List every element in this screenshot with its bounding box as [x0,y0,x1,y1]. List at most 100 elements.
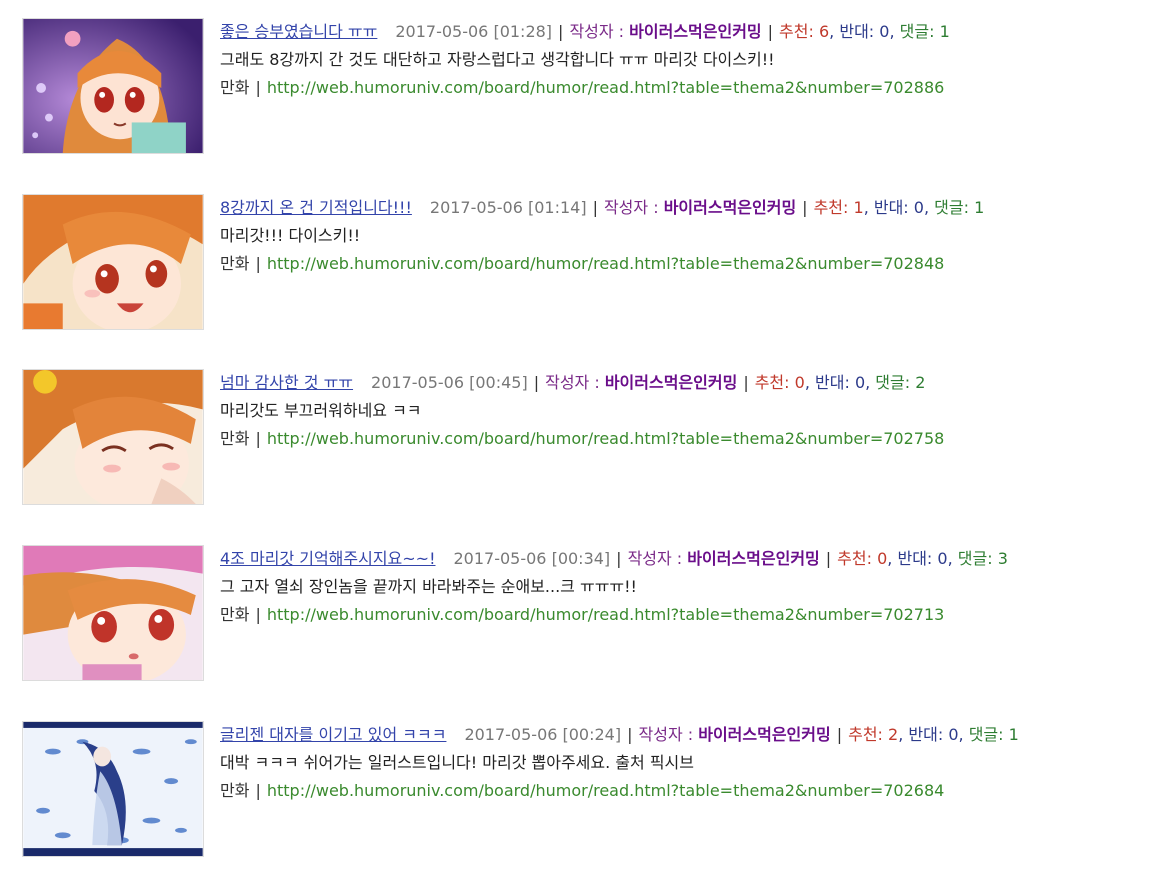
separator: | [627,725,633,744]
post-footer: 만화 | http://web.humoruniv.com/board/humor/… [220,601,1172,629]
post-category: 만화 [220,605,250,624]
post-thumbnail[interactable] [22,194,204,330]
anime-girl-thumbnail-icon [23,195,203,329]
post-date: 2017-05-06 [01:28] [395,22,553,41]
post-item: 넘마 감사한 것 ㅠㅠ 2017-05-06 [00:45] | 작성자 : 바이러스… [22,369,1172,507]
post-url-link[interactable]: http://web.humoruniv.com/board/humor/rea… [267,781,944,800]
author-name[interactable]: 바이러스먹은인커밍 [605,373,737,392]
separator: | [836,725,843,744]
separator: | [802,198,808,217]
oppose-count: 0 [937,549,948,568]
separator: | [767,22,774,41]
post-footer: 만화 | http://web.humoruniv.com/board/humor/… [220,74,1172,102]
separator: | [255,254,261,273]
separator: | [825,549,832,568]
recommend-label: 추천: [848,725,883,744]
oppose-label: 반대: [815,373,850,392]
separator: | [558,22,564,41]
post-title-link[interactable]: 글리젠 대자를 이기고 있어 ㅋㅋㅋ [220,725,446,744]
author-label: 작성자 : [545,373,600,392]
post-header: 좋은 승부였습니다 ㅠㅠ 2017-05-06 [01:28] | 작성자 : 바이러… [220,22,950,41]
post-info: 8강까지 온 건 기적입니다!!! 2017-05-06 [01:14] | 작성자 … [220,194,1172,278]
post-thumbnail[interactable] [22,369,204,505]
author-name[interactable]: 바이러스먹은인커밍 [687,549,819,568]
comments-count: 2 [915,373,926,392]
post-info: 4조 마리갓 기억해주시지요~~! 2017-05-06 [00:34] | 작성자 … [220,545,1172,629]
post-body: 그래도 8강까지 간 것도 대단하고 자랑스럽다고 생각합니다 ㅠㅠ 마리갓 다… [220,50,775,69]
post-info: 글리젠 대자를 이기고 있어 ㅋㅋㅋ 2017-05-06 [00:24] | 작성자… [220,721,1172,805]
separator: | [255,605,261,624]
comments-label: 댓글: [875,373,911,392]
post-title-link[interactable]: 4조 마리갓 기억해주시지요~~! [220,549,436,568]
separator: | [255,78,261,97]
post-thumbnail[interactable] [22,545,204,681]
recommend-count: 2 [888,725,899,744]
post-url-link[interactable]: http://web.humoruniv.com/board/humor/rea… [267,605,944,624]
post-footer: 만화 | http://web.humoruniv.com/board/humor/… [220,425,1172,453]
post-footer: 만화 | http://web.humoruniv.com/board/humor/… [220,777,1172,805]
anime-girl-thumbnail-icon [23,19,203,153]
post-url-link[interactable]: http://web.humoruniv.com/board/humor/rea… [267,254,944,273]
post-item: 좋은 승부였습니다 ㅠㅠ 2017-05-06 [01:28] | 작성자 : 바이러… [22,18,1172,156]
post-header: 8강까지 온 건 기적입니다!!! 2017-05-06 [01:14] | 작성자 … [220,198,985,217]
post-url-link[interactable]: http://web.humoruniv.com/board/humor/rea… [267,429,944,448]
comments-label: 댓글: [957,549,993,568]
post-item: 8강까지 온 건 기적입니다!!! 2017-05-06 [01:14] | 작성자 … [22,194,1172,332]
oppose-label: 반대: [897,549,933,568]
comments-count: 1 [939,22,950,41]
post-item: 4조 마리갓 기억해주시지요~~! 2017-05-06 [00:34] | 작성자 … [22,545,1172,683]
post-body: 마리갓!!! 다이스키!! [220,226,361,245]
post-info: 넘마 감사한 것 ㅠㅠ 2017-05-06 [00:45] | 작성자 : 바이러스… [220,369,1172,453]
oppose-count: 0 [913,198,924,217]
author-name[interactable]: 바이러스먹은인커밍 [698,725,830,744]
author-label: 작성자 : [603,198,659,217]
recommend-count: 1 [853,198,864,217]
recommend-label: 추천: [837,549,873,568]
author-name[interactable]: 바이러스먹은인커밍 [629,22,761,41]
author-label: 작성자 : [638,725,694,744]
post-date: 2017-05-06 [00:45] [371,373,528,392]
separator: | [592,198,598,217]
post-body: 마리갓도 부끄러워하네요 ㅋㅋ [220,401,422,420]
post-thumbnail[interactable] [22,721,204,857]
illustration-thumbnail-icon [23,722,203,856]
post-header: 4조 마리갓 기억해주시지요~~! 2017-05-06 [00:34] | 작성자 … [220,549,1008,568]
recommend-label: 추천: [779,22,814,41]
post-title-link[interactable]: 넘마 감사한 것 ㅠㅠ [220,373,353,392]
post-item: 글리젠 대자를 이기고 있어 ㅋㅋㅋ 2017-05-06 [00:24] | 작성자… [22,721,1172,859]
post-thumbnail[interactable] [22,18,204,154]
recommend-label: 추천: [754,373,790,392]
recommend-label: 추천: [813,198,849,217]
post-url-link[interactable]: http://web.humoruniv.com/board/humor/rea… [267,78,944,97]
comments-label: 댓글: [968,725,1004,744]
separator: | [533,373,540,392]
post-header: 글리젠 대자를 이기고 있어 ㅋㅋㅋ 2017-05-06 [00:24] | 작성자… [220,725,1019,744]
post-info: 좋은 승부였습니다 ㅠㅠ 2017-05-06 [01:28] | 작성자 : 바이러… [220,18,1172,102]
separator: | [255,429,261,448]
post-header: 넘마 감사한 것 ㅠㅠ 2017-05-06 [00:45] | 작성자 : 바이러스… [220,373,926,392]
post-title-link[interactable]: 좋은 승부였습니다 ㅠㅠ [220,22,377,41]
post-title-link[interactable]: 8강까지 온 건 기적입니다!!! [220,198,412,217]
post-category: 만화 [220,429,250,448]
oppose-count: 0 [948,725,959,744]
oppose-label: 반대: [908,725,944,744]
post-body: 대박 ㅋㅋㅋ 쉬어가는 일러스트입니다! 마리갓 뽑아주세요. 출처 픽시브 [220,753,694,772]
post-date: 2017-05-06 [01:14] [429,198,587,217]
recommend-count: 0 [794,373,805,392]
oppose-label: 반대: [873,198,909,217]
comments-label: 댓글: [899,22,935,41]
post-category: 만화 [220,78,250,97]
post-category: 만화 [220,781,250,800]
post-body: 그 고자 열쇠 장인놈을 끝까지 바라봐주는 순애보...크 ㅠㅠㅠ!! [220,577,637,596]
recommend-count: 0 [877,549,888,568]
separator: | [743,373,749,392]
separator: | [255,781,261,800]
author-label: 작성자 : [627,549,683,568]
comments-count: 1 [1008,725,1019,744]
author-name[interactable]: 바이러스먹은인커밍 [664,198,796,217]
author-label: 작성자 : [569,22,625,41]
oppose-count: 0 [854,373,866,392]
post-footer: 만화 | http://web.humoruniv.com/board/humor/… [220,250,1172,278]
post-date: 2017-05-06 [00:24] [464,725,622,744]
post-category: 만화 [220,254,250,273]
